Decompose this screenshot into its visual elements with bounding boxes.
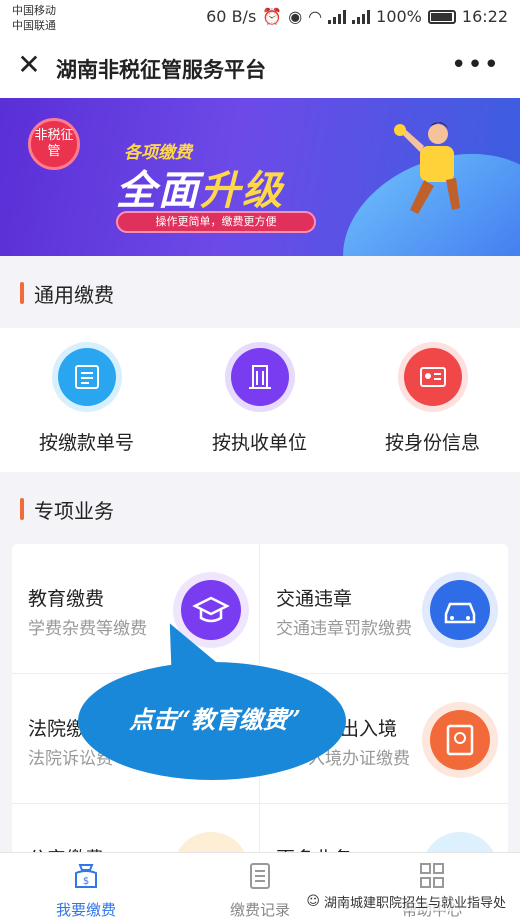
more-options-icon[interactable]: ••• — [451, 50, 500, 80]
wechat-icon: ☺ — [306, 894, 320, 909]
clock: 16:22 — [461, 7, 508, 26]
passport-icon — [430, 710, 490, 770]
carrier-2: 中国联通 — [12, 19, 56, 32]
grid-icon — [420, 863, 444, 888]
traffic-violation-card[interactable]: 交通违章 交通违章罚款缴费 — [260, 544, 508, 674]
status-bar: 中国移动 中国联通 60 B/s ⏰ ◉ ◠ 100% 16:22 — [0, 0, 520, 36]
tab-pay[interactable]: $ 我要缴费 — [26, 861, 146, 920]
card-title: 交通违章 — [276, 588, 353, 610]
card-description: 学费杂费等缴费 — [28, 619, 147, 639]
promo-banner[interactable]: 非税征管 各项缴费 全面升级 操作更简单，缴费更方便 — [0, 98, 520, 256]
id-card-icon — [403, 348, 462, 406]
card-title: 教育缴费 — [28, 588, 105, 610]
card-title: 法院缴 — [28, 718, 86, 740]
tab-pay-label: 我要缴费 — [55, 901, 116, 919]
section-marker — [20, 498, 24, 520]
section-header-special: 专项业务 — [0, 472, 520, 544]
bottom-tab-bar: $ 我要缴费 缴费记录 帮助中心 — [0, 852, 520, 924]
banner-headline-left: 全面 — [116, 168, 200, 214]
pay-by-collecting-unit-label: 按执收单位 — [211, 432, 307, 454]
signal-4g-icon — [352, 9, 371, 24]
wallet-icon: $ — [75, 864, 97, 888]
person-illustration-icon — [394, 122, 460, 214]
tab-records-label: 缴费记录 — [229, 901, 290, 919]
list-icon — [250, 863, 270, 889]
watermark: ☺ 湖南城建职院招生与就业指导处 — [306, 892, 506, 911]
banner-headline: 全面升级 — [116, 158, 284, 216]
tab-help[interactable]: 帮助中心 — [372, 861, 492, 920]
card-description: 交通违章罚款缴费 — [276, 619, 412, 639]
signal-2g-icon — [328, 9, 347, 24]
carrier-1: 中国移动 — [12, 4, 56, 17]
banner-tagline: 操作更简单，缴费更方便 — [116, 211, 316, 233]
banner-headline-right: 升级 — [200, 168, 284, 214]
banner-badge: 非税征管 — [28, 118, 80, 170]
pay-by-bill-number-label: 按缴款单号 — [38, 432, 134, 454]
nav-bar: ✕ 湖南非税征管服务平台 ••• — [0, 36, 520, 98]
alarm-icon: ⏰ — [262, 7, 283, 26]
section-title-special: 专项业务 — [34, 499, 114, 523]
section-header-general: 通用缴费 — [0, 256, 520, 328]
carrier-info: 中国移动 中国联通 — [12, 3, 56, 33]
watermark-text: 湖南城建职院招生与就业指导处 — [323, 896, 506, 911]
pay-by-bill-number[interactable]: 按缴款单号 — [0, 348, 173, 455]
icon-ring — [422, 832, 498, 854]
police-payment-card[interactable]: 公安缴费 — [12, 804, 260, 854]
battery-icon — [427, 9, 456, 24]
page-title: 湖南非税征管服务平台 — [56, 58, 266, 82]
tab-records[interactable]: 缴费记录 — [200, 861, 320, 920]
close-icon[interactable]: ✕ — [14, 50, 44, 80]
card-title: 出入境 — [340, 718, 398, 740]
status-icons: 60 B/s ⏰ ◉ ◠ 100% 16:22 — [206, 7, 508, 26]
more-services-card[interactable]: 更多业务 — [260, 804, 508, 854]
section-marker — [20, 282, 24, 304]
car-icon — [430, 580, 490, 640]
network-speed: 60 B/s — [206, 7, 257, 26]
pay-by-collecting-unit[interactable]: 按执收单位 — [173, 348, 346, 455]
pay-by-identity-info[interactable]: 按身份信息 — [346, 348, 519, 455]
svg-text:$: $ — [83, 876, 89, 887]
eye-icon: ◉ — [288, 7, 303, 26]
pay-by-identity-info-label: 按身份信息 — [384, 432, 480, 454]
section-title-general: 通用缴费 — [34, 283, 114, 307]
battery-percent: 100% — [376, 7, 422, 26]
building-icon — [230, 348, 289, 406]
general-payment-panel: 按缴款单号 按执收单位 按身份信息 — [0, 328, 520, 472]
wifi-icon: ◠ — [308, 7, 323, 26]
icon-ring — [173, 832, 249, 854]
callout-text: 点击“教育缴费” — [129, 705, 301, 734]
document-icon — [57, 348, 116, 406]
